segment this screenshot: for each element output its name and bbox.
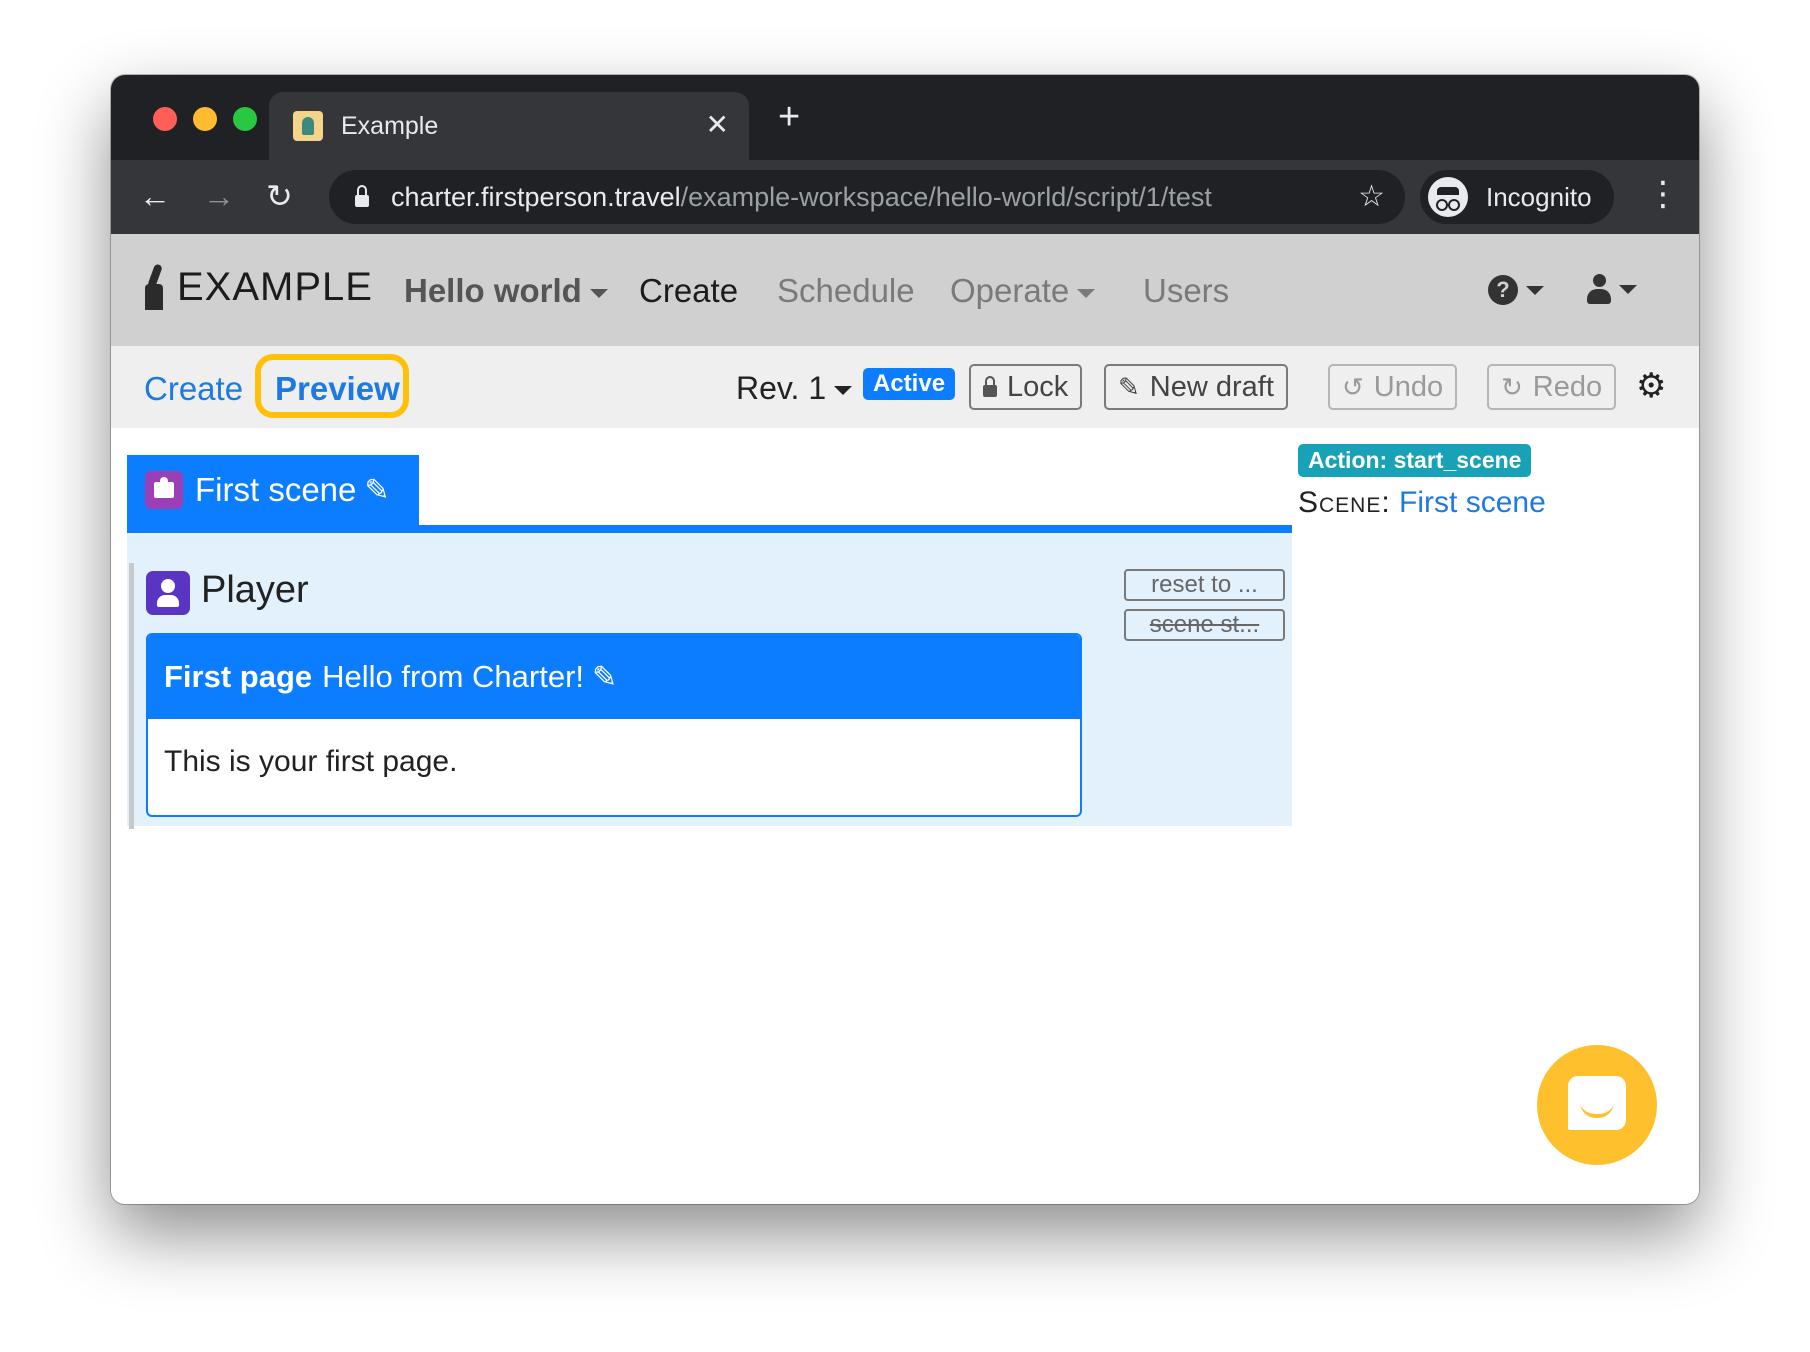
nav-operate-label: Operate [950, 272, 1070, 309]
edit-pencil-icon[interactable]: ✎ [592, 660, 617, 695]
bookmark-star-icon[interactable]: ☆ [1358, 179, 1385, 214]
reload-icon[interactable]: ↻ [266, 178, 293, 214]
scene-info: Scene: First scene [1298, 486, 1546, 520]
new-tab-button[interactable]: + [778, 97, 800, 137]
close-window-button[interactable] [153, 107, 177, 131]
scene-panel: Player First page Hello from Charter! ✎ … [127, 533, 1292, 829]
scene-start-button[interactable]: scene st... [1124, 609, 1285, 641]
tab-create[interactable]: Create [144, 370, 243, 408]
chevron-down-icon [1526, 285, 1544, 295]
browser-window: Example ✕ + ← → ↻ charter.firstperson.tr… [111, 75, 1699, 1204]
url-path[interactable]: /example-workspace/hello-world/script/1/… [681, 182, 1212, 213]
player-role-icon [146, 571, 190, 615]
redo-label: Redo [1532, 370, 1603, 403]
chat-launcher-button[interactable] [1537, 1045, 1657, 1165]
browser-toolbar: ← → ↻ charter.firstperson.travel/example… [111, 160, 1699, 234]
chat-icon [1568, 1076, 1626, 1130]
help-dropdown[interactable]: ? [1488, 275, 1544, 305]
tab-strip: Example ✕ + [111, 75, 1699, 160]
scene-tab-label: First scene [195, 471, 357, 508]
address-bar[interactable]: charter.firstperson.travel/example-works… [329, 170, 1405, 224]
scene-tabs: First scene ✎ [127, 455, 1292, 533]
new-draft-button[interactable]: ✎ New draft [1104, 364, 1288, 410]
back-arrow-icon[interactable]: ← [139, 178, 171, 214]
pencil-icon: ✎ [1118, 371, 1140, 402]
scene-link[interactable]: First scene [1399, 486, 1546, 519]
url-host[interactable]: charter.firstperson.travel [391, 182, 681, 213]
page-text: This is your first page. [164, 745, 458, 778]
page-name: First page [164, 659, 313, 694]
redo-icon: ↻ [1501, 371, 1523, 402]
chevron-down-icon [1619, 284, 1637, 294]
undo-label: Undo [1373, 370, 1444, 403]
new-draft-label: New draft [1149, 370, 1274, 403]
redo-button[interactable]: ↻ Redo [1487, 364, 1617, 410]
lock-button[interactable]: Lock [969, 364, 1083, 410]
user-icon [1587, 274, 1611, 304]
incognito-indicator[interactable]: Incognito [1420, 170, 1614, 224]
chat-smile-icon [1580, 1102, 1614, 1118]
undo-button[interactable]: ↺ Undo [1328, 364, 1458, 410]
tab-preview[interactable]: Preview [275, 370, 400, 408]
puzzle-icon [145, 471, 183, 509]
nav-schedule[interactable]: Schedule [777, 272, 915, 310]
project-label: Hello world [404, 272, 582, 309]
browser-menu-icon[interactable]: ⋮ [1646, 174, 1680, 214]
nav-users[interactable]: Users [1143, 272, 1229, 310]
project-dropdown[interactable]: Hello world [404, 272, 608, 310]
brand[interactable]: EXAMPLE [141, 264, 373, 310]
gear-icon[interactable]: ⚙ [1636, 366, 1666, 406]
browser-tab[interactable]: Example ✕ [269, 92, 749, 160]
page-title: Hello from Charter! [322, 659, 585, 694]
brand-name: EXAMPLE [177, 264, 373, 309]
chevron-down-icon [589, 288, 608, 298]
undo-icon: ↺ [1342, 371, 1364, 402]
scene-info-label: Scene: [1298, 486, 1391, 519]
chevron-down-icon [834, 386, 853, 396]
chevron-down-icon [1077, 288, 1096, 298]
incognito-icon [1428, 177, 1468, 217]
help-icon: ? [1488, 275, 1518, 305]
scene-tab-first[interactable]: First scene ✎ [127, 455, 419, 525]
favicon-icon [293, 111, 323, 141]
lock-icon[interactable] [355, 185, 369, 207]
close-tab-icon[interactable]: ✕ [706, 110, 729, 140]
incognito-label: Incognito [1486, 181, 1592, 212]
action-badge: Action: start_scene [1298, 444, 1532, 477]
role-name: Player [201, 569, 309, 611]
page-card: First page Hello from Charter! ✎ This is… [146, 633, 1082, 817]
maximize-window-button[interactable] [233, 107, 257, 131]
nav-operate-dropdown[interactable]: Operate [950, 272, 1096, 310]
minimize-window-button[interactable] [193, 107, 217, 131]
nav-create[interactable]: Create [639, 272, 738, 310]
page-header[interactable]: First page Hello from Charter! ✎ [148, 635, 1080, 719]
status-badge: Active [863, 368, 956, 400]
app-navbar: EXAMPLE Hello world Create Schedule Oper… [111, 234, 1699, 346]
revision-dropdown[interactable]: Rev. 1 [736, 370, 853, 407]
brand-logo-icon [141, 264, 167, 310]
script-toolbar: Create Preview Rev. 1 Active Lock ✎ New … [111, 346, 1699, 428]
reset-to-button[interactable]: reset to ... [1124, 569, 1285, 601]
lock-icon [983, 376, 997, 397]
preview-content: First scene ✎ Player First page Hello fr… [111, 428, 1699, 1204]
forward-arrow-icon[interactable]: → [203, 178, 235, 214]
edit-pencil-icon[interactable]: ✎ [364, 473, 389, 508]
user-dropdown[interactable] [1587, 274, 1637, 304]
tab-title: Example [341, 111, 439, 140]
role-divider [129, 563, 134, 829]
revision-label: Rev. 1 [736, 370, 827, 406]
lock-label: Lock [1007, 370, 1069, 403]
